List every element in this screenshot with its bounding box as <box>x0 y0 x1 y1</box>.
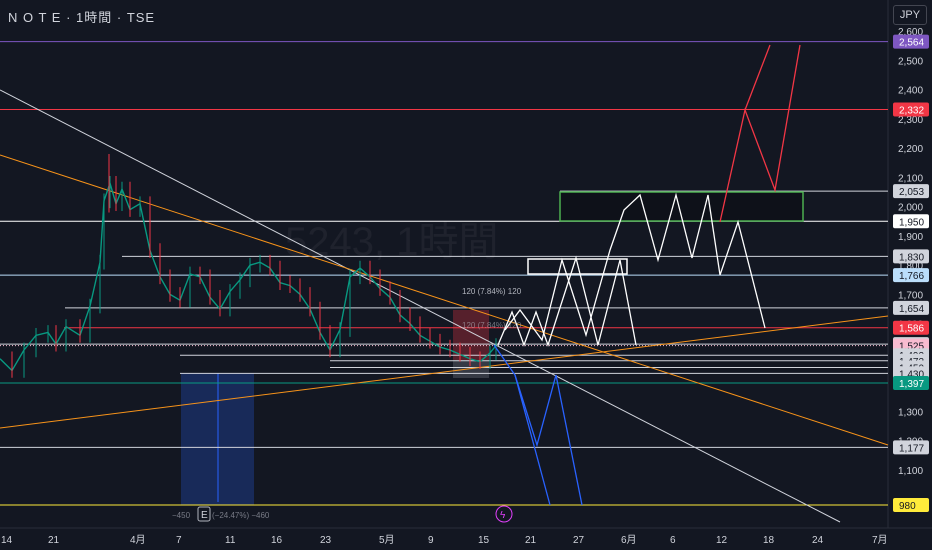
price-tag-0: 2,564 <box>899 38 924 49</box>
price-tag-3: 1,950 <box>899 217 924 228</box>
y-tick-label-14: 2,500 <box>898 56 923 67</box>
x-tick-label-0: 14 <box>1 535 13 546</box>
y-tick-label-13: 2,400 <box>898 86 923 97</box>
x-tick-label-15: 18 <box>763 535 775 546</box>
x-tick-label-6: 23 <box>320 535 332 546</box>
x-tick-label-8: 9 <box>428 535 434 546</box>
price-tag-4: 1,830 <box>899 252 924 263</box>
x-tick-label-4: 11 <box>225 535 236 546</box>
price-tag-15: 1,177 <box>899 443 924 454</box>
y-tick-label-11: 2,200 <box>898 144 923 155</box>
x-tick-label-11: 27 <box>573 535 585 546</box>
x-tick-label-13: 6 <box>670 535 676 546</box>
x-tick-label-2: 4月 <box>130 534 146 546</box>
y-tick-label-12: 2,300 <box>898 115 923 126</box>
price-tag-5: 1,766 <box>899 271 924 282</box>
x-tick-label-5: 16 <box>271 535 283 546</box>
y-tick-label-8: 1,900 <box>898 232 923 243</box>
chart-stage: 5243, 1時間 120 (7.84%) 120 120 (7.84%) 120 −… <box>0 0 932 550</box>
x-tick-label-14: 12 <box>716 535 728 546</box>
y-tick-label-10: 2,100 <box>898 173 923 184</box>
drop-label-pct: (−24.47%) −460 <box>212 511 270 520</box>
y-tick-label-6: 1,700 <box>898 290 923 301</box>
x-tick-label-10: 21 <box>525 535 537 546</box>
drop-label-left: −450 <box>172 511 191 520</box>
pct-label: 120 (7.84%) 120 <box>462 287 522 296</box>
rise-zone <box>453 310 489 360</box>
price-tag-1: 2,332 <box>899 106 924 117</box>
y-tick-label-2: 1,300 <box>898 407 923 418</box>
price-tag-16: 980 <box>899 501 916 512</box>
price-tag-14: 1,397 <box>899 379 924 390</box>
y-tick-label-0: 1,100 <box>898 466 923 477</box>
y-tick-label-9: 2,000 <box>898 203 923 214</box>
flash-badge: ϟ <box>500 510 506 521</box>
pct-label-faded: 120 (7.84%) 120 <box>462 321 522 330</box>
x-tick-label-3: 7 <box>176 535 182 546</box>
price-tag-7: 1,586 <box>899 324 924 335</box>
x-tick-label-1: 21 <box>48 535 60 546</box>
price-tag-2: 2,053 <box>899 187 924 198</box>
x-tick-label-16: 24 <box>812 535 824 546</box>
price-tag-6: 1,654 <box>899 304 924 315</box>
watermark: 5243, 1時間 <box>285 220 498 264</box>
x-tick-label-17: 7月 <box>872 534 888 546</box>
earnings-badge: E <box>201 510 208 521</box>
x-tick-label-7: 5月 <box>379 534 395 546</box>
chart-title: N O T E · 1時間 · TSE <box>8 10 156 25</box>
x-tick-label-9: 15 <box>478 535 490 546</box>
x-tick-label-12: 6月 <box>621 534 637 546</box>
currency-button[interactable]: JPY <box>893 5 927 25</box>
chart-canvas[interactable]: 5243, 1時間 120 (7.84%) 120 120 (7.84%) 120 −… <box>0 0 932 550</box>
